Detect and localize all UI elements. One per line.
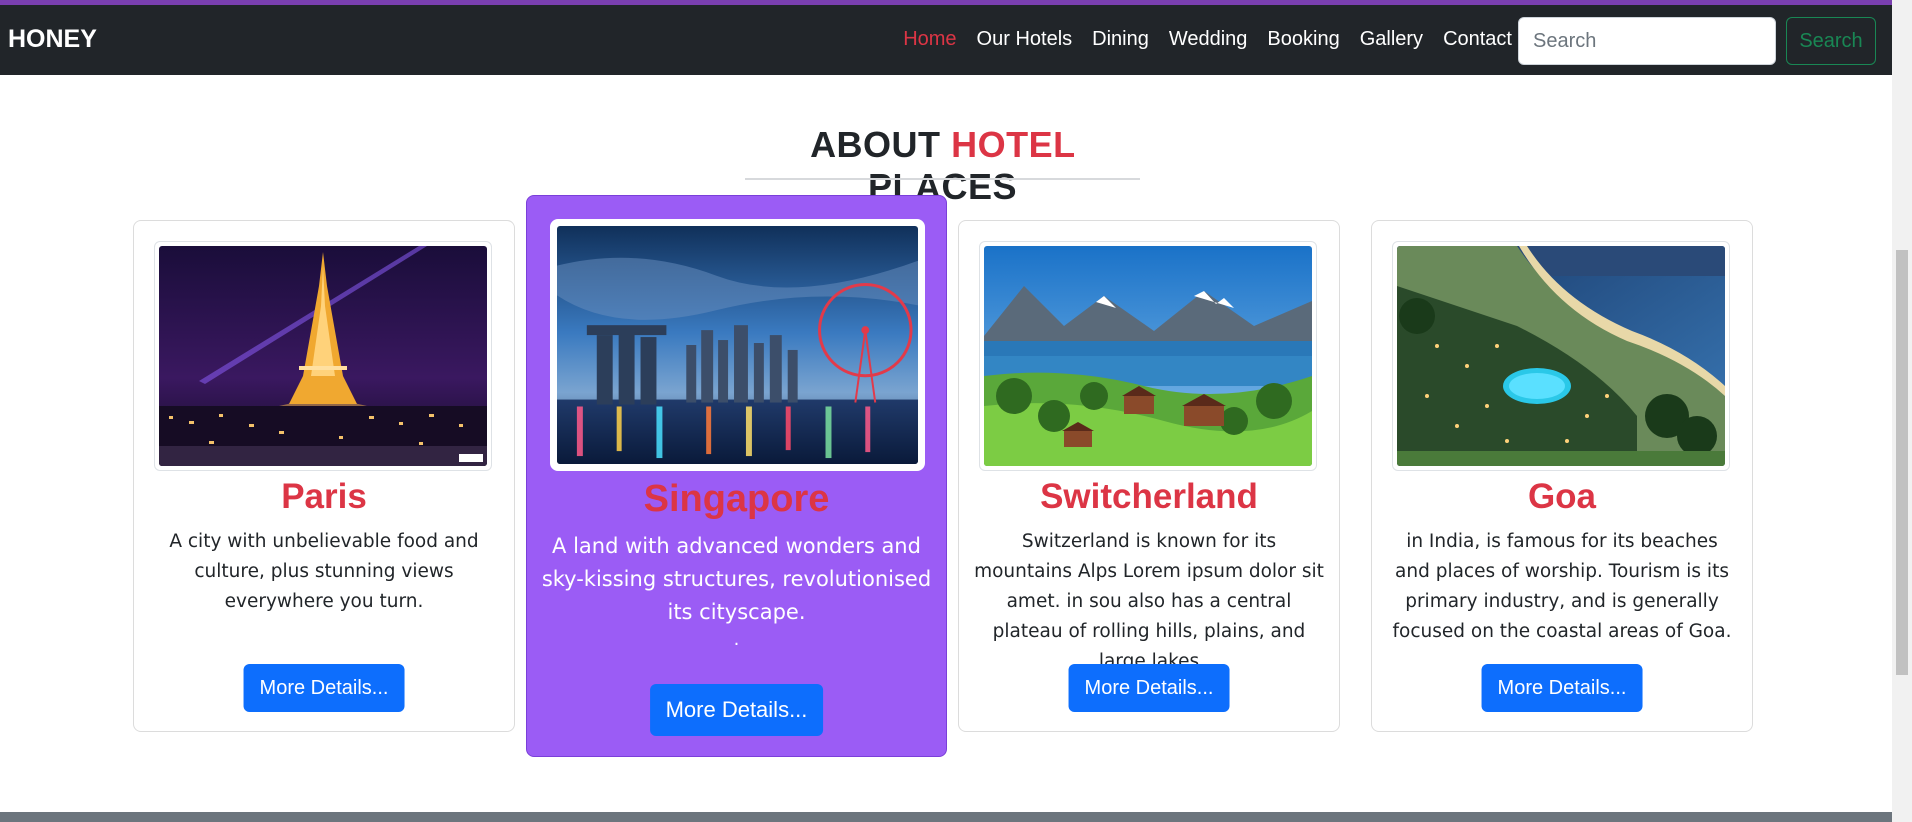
- hotel-card-switcherland: Switcherland Switzerland is known for it…: [958, 220, 1340, 732]
- goa-image: [1397, 246, 1725, 466]
- nav-link-dining[interactable]: Dining: [1082, 28, 1159, 51]
- paris-image: [159, 246, 487, 466]
- nav-link-home[interactable]: Home: [893, 28, 966, 51]
- more-details-button-singapore[interactable]: More Details...: [649, 684, 824, 736]
- nav-link-wedding[interactable]: Wedding: [1159, 28, 1258, 51]
- brand-logo[interactable]: HONEY: [8, 25, 97, 54]
- card-title: Switcherland: [1040, 477, 1258, 516]
- switzerland-image: [984, 246, 1312, 466]
- nav-link-contact[interactable]: Contact: [1433, 28, 1522, 51]
- search-button[interactable]: Search: [1786, 17, 1876, 65]
- card-title: Goa: [1527, 477, 1597, 516]
- card-image-frame: [154, 241, 492, 471]
- hotel-card-goa: Goa in India, is famous for its beaches …: [1371, 220, 1753, 732]
- more-details-button-switcherland[interactable]: More Details...: [1068, 664, 1230, 712]
- nav-links: Home Our Hotels Dining Wedding Booking G…: [893, 28, 1522, 51]
- card-title: Singapore: [643, 478, 830, 520]
- card-image-frame: [550, 219, 925, 471]
- heading-part1: ABOUT: [810, 124, 941, 165]
- hotel-card-singapore: Singapore A land with advanced wonders a…: [526, 195, 947, 757]
- card-description: in India, is famous for its beaches and …: [1392, 531, 1732, 642]
- scrollbar-thumb[interactable]: [1896, 250, 1908, 675]
- card-description: Switzerland is known for its mountains A…: [974, 531, 1324, 672]
- nav-link-booking[interactable]: Booking: [1257, 28, 1349, 51]
- footer-strip: [0, 812, 1892, 822]
- singapore-image: [557, 226, 918, 464]
- card-dot: .: [733, 629, 740, 650]
- search-input[interactable]: [1518, 17, 1776, 65]
- page-scrollbar[interactable]: [1892, 0, 1912, 822]
- card-description: A city with unbelievable food and cultur…: [169, 531, 479, 612]
- more-details-button-paris[interactable]: More Details...: [243, 664, 405, 712]
- card-image-frame: [979, 241, 1317, 471]
- card-image-frame: [1392, 241, 1730, 471]
- card-description: A land with advanced wonders and sky-kis…: [541, 534, 932, 624]
- navbar: HONEY Home Our Hotels Dining Wedding Boo…: [0, 5, 1892, 75]
- hotel-card-paris: Paris A city with unbelievable food and …: [133, 220, 515, 732]
- card-title: Paris: [281, 477, 367, 516]
- more-details-button-goa[interactable]: More Details...: [1481, 664, 1643, 712]
- heading-underline: [745, 178, 1140, 180]
- nav-link-gallery[interactable]: Gallery: [1350, 28, 1433, 51]
- nav-link-our-hotels[interactable]: Our Hotels: [967, 28, 1083, 51]
- heading-accent: HOTEL: [951, 124, 1075, 165]
